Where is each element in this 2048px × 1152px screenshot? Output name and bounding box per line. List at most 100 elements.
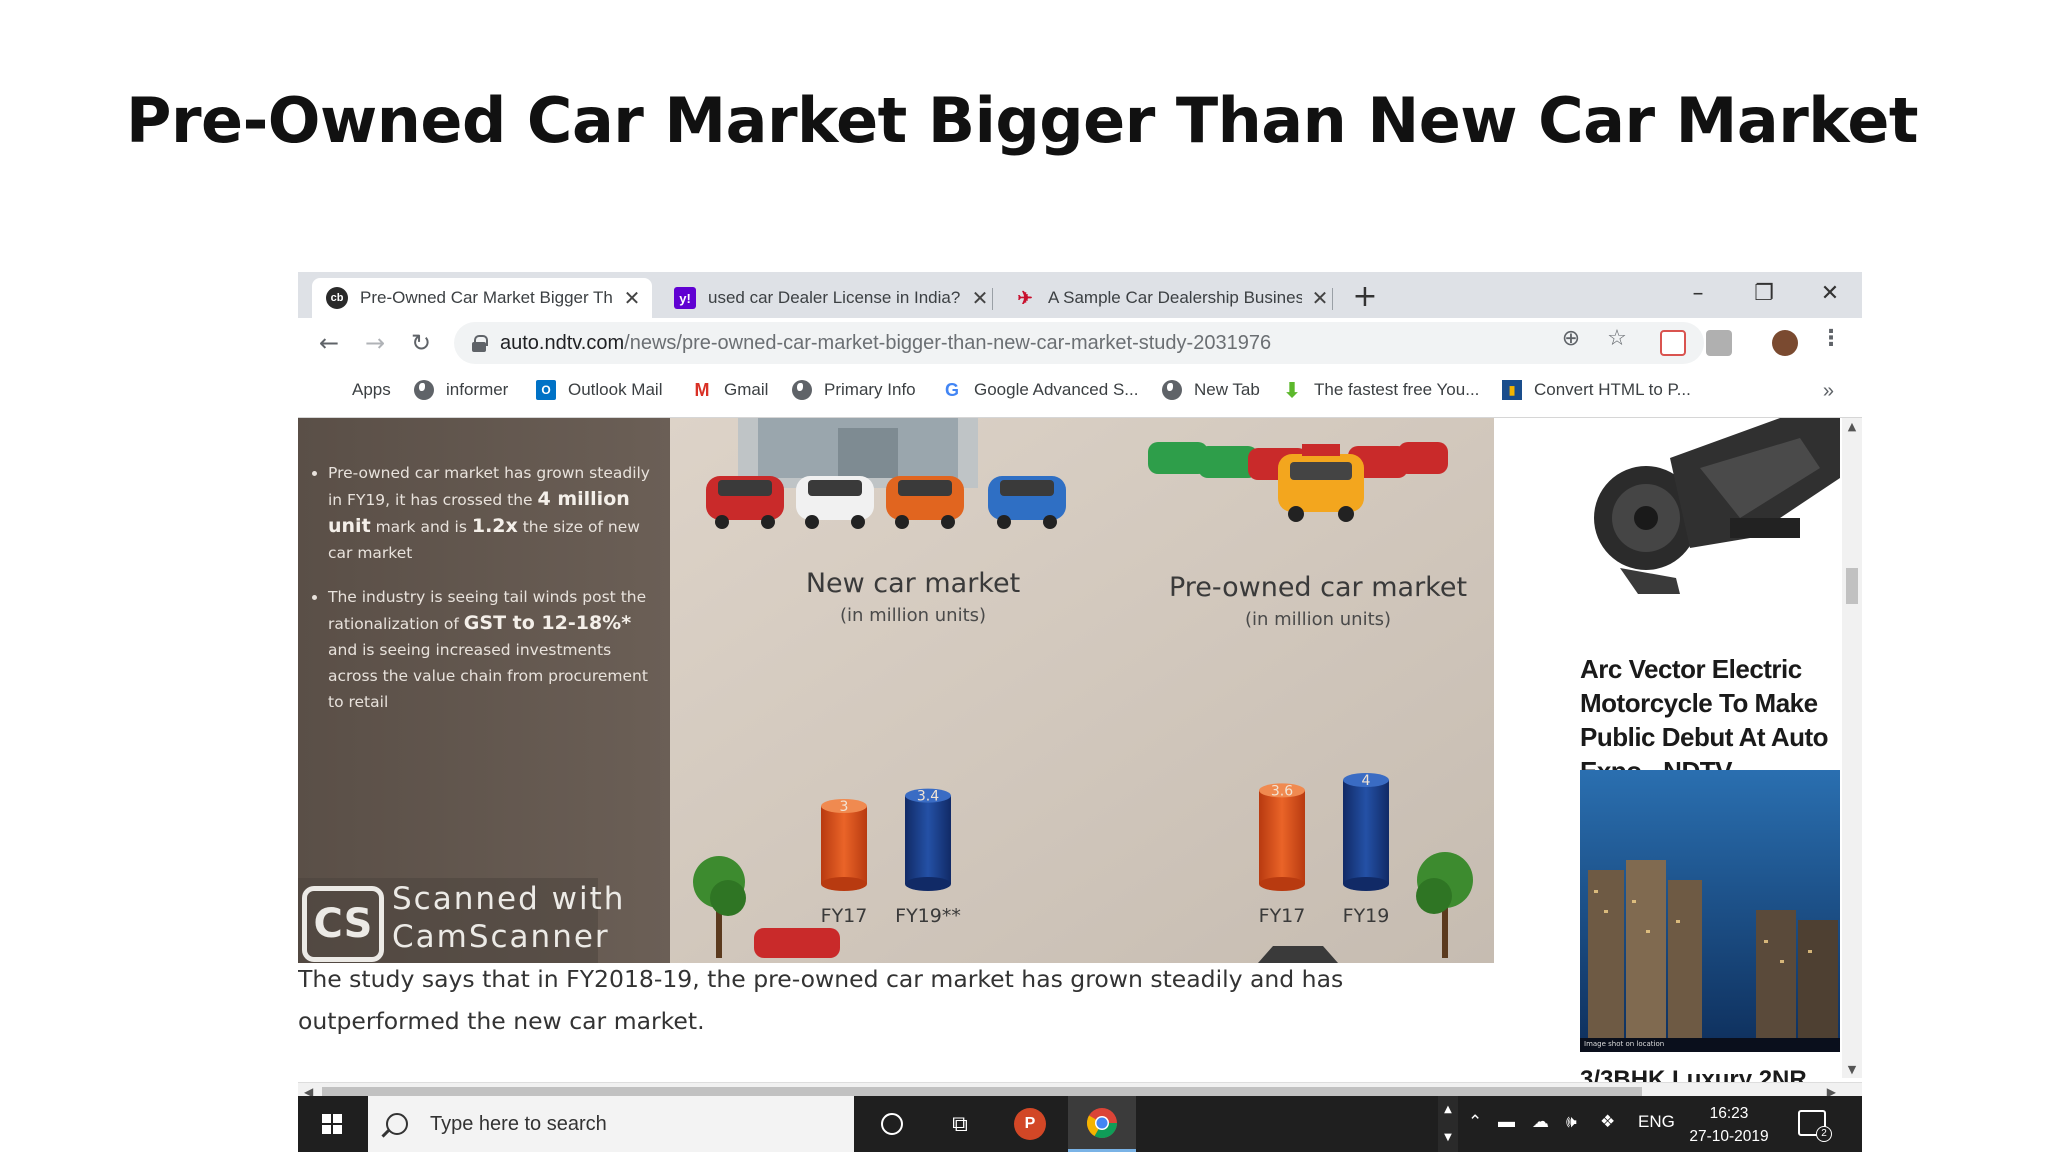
infographic-bullets: Pre-owned car market has grown steadily … [310, 460, 660, 733]
chrome-taskbar-icon[interactable] [1068, 1096, 1136, 1152]
minimize-button[interactable]: – [1666, 272, 1730, 318]
address-bar[interactable]: auto.ndtv.com/news/pre-owned-car-market-… [454, 322, 1704, 364]
tab-label: Pre-Owned Car Market Bigger Th [360, 288, 613, 307]
input-language[interactable]: ENG [1638, 1112, 1675, 1132]
category-label: FY19** [895, 905, 961, 927]
globe-icon [792, 380, 812, 400]
close-tab-icon[interactable]: ✕ [1310, 286, 1330, 311]
camscanner-watermark: Scanned with CamScanner [392, 881, 626, 955]
notification-count: 2 [1816, 1126, 1832, 1142]
action-center-icon[interactable]: 2 [1798, 1110, 1832, 1142]
taskbar-scroll-icon[interactable]: ▲ ▼ [1438, 1096, 1458, 1152]
bookmarks-overflow-chevron-icon[interactable]: » [1823, 380, 1834, 403]
bookmark-label: The fastest free You... [1314, 380, 1480, 399]
onedrive-cloud-icon[interactable]: ☁ [1532, 1112, 1549, 1132]
bar-base [821, 877, 867, 891]
cortana-circle-icon[interactable] [858, 1096, 926, 1152]
dealership-logo-icon: ✈ [1017, 287, 1033, 308]
vertical-scroll-thumb[interactable] [1846, 568, 1858, 604]
bookmark-fastest-free-youtube[interactable]: ⬇ The fastest free You... [1282, 380, 1480, 402]
ndtv-carandbike-icon: cb [326, 287, 348, 309]
gmail-icon: M [694, 379, 710, 400]
bookmark-gmail[interactable]: M Gmail [692, 379, 769, 400]
bookmark-new-tab[interactable]: New Tab [1162, 380, 1260, 400]
restore-button[interactable]: ❐ [1732, 272, 1796, 318]
profile-avatar[interactable] [1772, 330, 1798, 356]
yahoo-icon: y! [674, 287, 696, 309]
network-icon[interactable]: ▬ [1498, 1112, 1515, 1132]
close-window-button[interactable]: ✕ [1798, 272, 1862, 318]
start-button[interactable] [298, 1096, 366, 1152]
bookmark-label: Convert HTML to P... [1534, 380, 1691, 399]
web-page: 3 FY17 3.4 FY19** 3.6 FY17 4 FY19 Pre-owned car… [298, 418, 1862, 1108]
apps-grid-icon [320, 380, 340, 400]
install-app-icon[interactable]: ⊕ [1558, 326, 1584, 352]
menu-kebab-icon[interactable]: ⋮ [1818, 326, 1844, 352]
search-icon [386, 1113, 408, 1135]
bookmark-label: informer [446, 380, 509, 399]
browser-screenshot: cb Pre-Owned Car Market Bigger Th ✕ y! u… [298, 272, 1862, 1152]
clock-date: 27-10-2019 [1689, 1128, 1769, 1145]
lock-icon [472, 335, 488, 352]
bar-fy17 [1259, 790, 1305, 884]
pdf-extension-icon[interactable] [1706, 330, 1732, 356]
bar-fy19 [1343, 780, 1389, 884]
bar-base [905, 877, 951, 891]
bookmark-google-advanced-search[interactable]: G Google Advanced S... [942, 380, 1138, 400]
bullet-1: Pre-owned car market has grown steadily … [328, 460, 660, 566]
vertical-scrollbar[interactable]: ▲ ▼ [1842, 418, 1862, 1078]
taskbar-search-box[interactable]: Type here to search [368, 1096, 854, 1152]
show-hidden-icons-chevron-icon[interactable]: ⌃ [1468, 1112, 1482, 1132]
volume-icon[interactable]: 🕪 [1566, 1112, 1577, 1132]
bookmark-label: Gmail [724, 380, 769, 399]
bookmark-primary-info[interactable]: Primary Info [792, 380, 916, 400]
pocket-extension-icon[interactable] [1660, 330, 1686, 356]
tab-separator [992, 288, 993, 310]
bar-base [1259, 877, 1305, 891]
scroll-up-arrow-icon[interactable]: ▲ [1842, 420, 1862, 433]
tab-sample-car-dealership[interactable]: ✈ A Sample Car Dealership Busines ✕ [1000, 278, 1340, 318]
bookmark-label: Primary Info [824, 380, 916, 399]
tab-used-car-dealer-license[interactable]: y! used car Dealer License in India? ✕ [660, 278, 1000, 318]
category-label: FY19 [1343, 905, 1390, 927]
photo-credit: Image shot on location [1584, 1040, 1665, 1048]
scroll-down-arrow-icon[interactable]: ▼ [1842, 1063, 1862, 1076]
bar-base [1343, 877, 1389, 891]
forward-arrow-icon[interactable]: → [358, 326, 392, 360]
dropbox-icon[interactable]: ❖ [1600, 1112, 1615, 1132]
bookmark-star-icon[interactable]: ☆ [1604, 326, 1630, 352]
new-car-chart-title: New car market (in million units) [805, 568, 1021, 626]
new-tab-button[interactable]: + [1348, 280, 1382, 314]
google-icon: G [944, 379, 959, 400]
tab-pre-owned-car-market[interactable]: cb Pre-Owned Car Market Bigger Th ✕ [312, 278, 652, 318]
globe-icon [1162, 380, 1182, 400]
bookmark-label: Google Advanced S... [974, 380, 1139, 399]
reload-icon[interactable]: ↻ [404, 326, 438, 360]
bookmarks-bar: Apps informer O Outlook Mail M Gmail Pri… [298, 368, 1862, 418]
back-arrow-icon[interactable]: ← [312, 326, 346, 360]
bookmark-label: Apps [352, 380, 391, 399]
apartment-photo[interactable]: Image shot on location [1580, 770, 1840, 1052]
infographic-photo: 3 FY17 3.4 FY19** 3.6 FY17 4 FY19 Pre-owned car… [298, 418, 1494, 963]
task-view-icon[interactable]: ⧉ [926, 1096, 994, 1152]
bullet-2: The industry is seeing tail winds post t… [328, 584, 660, 715]
related-stories-sidebar: Arc Vector Electric Motorcycle To Make P… [1580, 418, 1840, 1108]
bar-value-label: 3.4 [917, 789, 939, 805]
close-tab-icon[interactable]: ✕ [970, 286, 990, 311]
bar-fy17 [821, 806, 867, 884]
powerpoint-taskbar-icon[interactable]: P [996, 1096, 1064, 1152]
bookmark-informer[interactable]: informer [414, 380, 508, 400]
windows-logo-icon [322, 1114, 342, 1134]
bookmark-outlook-mail[interactable]: O Outlook Mail [536, 380, 662, 400]
bookmark-convert-html[interactable]: ▮ Convert HTML to P... [1502, 380, 1691, 400]
category-label: FY17 [1259, 905, 1306, 927]
search-placeholder: Type here to search [430, 1112, 607, 1135]
outlook-icon: O [536, 380, 556, 400]
taskbar-clock[interactable]: 16:23 27-10-2019 [1684, 1102, 1774, 1148]
motorcycle-image[interactable] [1580, 418, 1840, 618]
slide-title: Pre-Owned Car Market Bigger Than New Car… [126, 84, 1919, 157]
tab-strip: cb Pre-Owned Car Market Bigger Th ✕ y! u… [298, 272, 1862, 318]
url-path: /news/pre-owned-car-market-bigger-than-n… [624, 331, 1272, 354]
bookmark-apps[interactable]: Apps [320, 380, 391, 400]
close-tab-icon[interactable]: ✕ [622, 286, 642, 311]
